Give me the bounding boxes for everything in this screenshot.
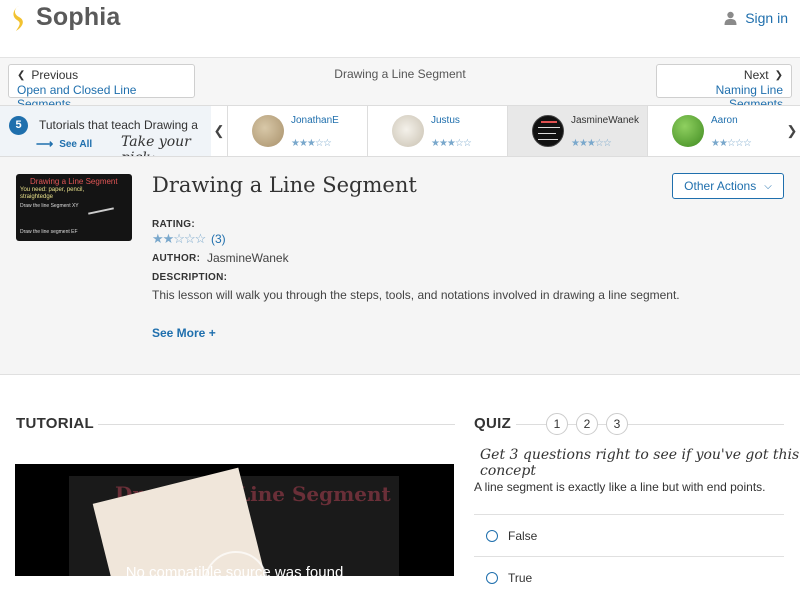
option-label: False [508,528,538,543]
chevron-right-icon: ❯ [786,123,798,138]
sophia-logo[interactable]: Sophia [10,3,121,32]
strip-scroll-right-button[interactable]: ❯ [784,106,800,156]
tutorial-heading: TUTORIAL [16,415,94,432]
strip-scroll-left-button[interactable]: ❮ [211,106,227,156]
option-label: True [508,570,533,585]
thumbnail-task-2: Draw the line segment EF [20,229,78,235]
author-avatar [672,115,704,147]
card-author-name: JasmineWanek [571,115,639,126]
card-author-name: Aaron [711,115,738,126]
next-label: Next [743,68,769,82]
previous-label: Previous [31,68,79,82]
card-rating-stars: ★★★☆☆ [291,138,332,149]
quiz-option-false[interactable]: False [474,514,784,556]
card-author-name: Justus [431,115,460,126]
chevron-right-icon: ❯ [774,69,783,81]
author-avatar [532,115,564,147]
quiz-question-text: A line segment is exactly like a line bu… [474,480,766,494]
site-header: Sophia Sign in [0,0,800,58]
tutorial-card-justus[interactable]: Justus ★★★☆☆ [367,106,507,156]
quiz-heading: QUIZ [474,415,512,432]
card-rating-stars: ★★★☆☆ [571,138,612,149]
video-player[interactable]: Drawing a Line Segment No compatible sou… [15,464,454,576]
author-name: JasmineWanek [207,251,289,265]
author-avatar [392,115,424,147]
thumbnail-title: Drawing a Line Segment [30,177,118,186]
other-actions-label: Other Actions [684,179,757,193]
quiz-question-2-button[interactable]: 2 [576,413,598,435]
lesson-thumbnail[interactable]: Drawing a Line Segment You need: paper, … [16,174,132,241]
divider [598,424,606,425]
sign-in-label: Sign in [745,10,788,26]
tutorial-strip: 5 Tutorials that teach Drawing a Line Se… [0,105,800,157]
author-avatar [252,115,284,147]
take-your-pick-text: Take your pick: [121,134,191,156]
lesson-summary: Drawing a Line Segment You need: paper, … [0,157,800,375]
see-all-link[interactable]: ⟶ See All [36,137,92,151]
radio-button[interactable] [486,571,498,584]
divider [628,424,784,425]
tutorial-count-badge: 5 [9,116,28,135]
sign-in-button[interactable]: Sign in [724,10,788,26]
see-all-label: See All [59,138,93,150]
tutorial-card-aaron[interactable]: Aaron ★★☆☆☆ [647,106,784,156]
author-label: AUTHOR: [152,253,201,264]
video-error-message: No compatible source was found [125,564,344,576]
next-lesson-button[interactable]: Next ❯ Naming Line Segments [656,64,792,111]
rating-label: RATING: [152,219,196,230]
chevron-down-icon: ⌵ [764,180,772,192]
card-author-name: JonathanE [291,115,339,126]
lesson-nav-bar: ❮ Previous Open and Closed Line Segments… [0,58,800,111]
divider [516,424,546,425]
description-label: DESCRIPTION: [152,272,228,283]
brand-name: Sophia [36,3,121,31]
card-rating-stars: ★★★☆☆ [431,138,472,149]
radio-button[interactable] [486,529,498,542]
see-more-link[interactable]: See More + [152,326,216,340]
tutorial-card-jasminewanek[interactable]: JasmineWanek ★★★☆☆ [507,106,647,156]
thumbnail-task-1: Draw the line Segment XY [20,203,79,209]
user-icon [724,11,737,25]
rating-count[interactable]: (3) [211,232,226,246]
quiz-prompt: Get 3 questions right to see if you've g… [480,447,800,479]
lesson-title: Drawing a Line Segment [152,173,417,197]
description-text: This lesson will walk you through the st… [152,288,680,302]
chevron-left-icon: ❮ [17,69,26,81]
quiz-question-3-button[interactable]: 3 [606,413,628,435]
quiz-question-1-button[interactable]: 1 [546,413,568,435]
arrow-right-icon: ⟶ [36,137,54,151]
divider [98,424,455,425]
rating-stars: ★★☆☆☆ [152,231,206,246]
quiz-option-true[interactable]: True [474,556,784,598]
other-actions-button[interactable]: Other Actions ⌵ [672,173,784,199]
tutorials-count-panel: 5 Tutorials that teach Drawing a Line Se… [0,106,211,156]
current-lesson-title: Drawing a Line Segment [334,67,466,81]
card-rating-stars: ★★☆☆☆ [711,138,752,149]
tutorial-card-jonathane[interactable]: JonathanE ★★★☆☆ [227,106,367,156]
thumbnail-note: You need: paper, pencil, straightedge [20,187,85,200]
tutorials-label: Tutorials that teach Drawing a Line Segm… [39,118,199,132]
divider [568,424,576,425]
sophia-logo-icon [13,4,23,31]
previous-lesson-button[interactable]: ❮ Previous Open and Closed Line Segments [8,64,195,111]
chevron-left-icon: ❮ [213,123,225,138]
